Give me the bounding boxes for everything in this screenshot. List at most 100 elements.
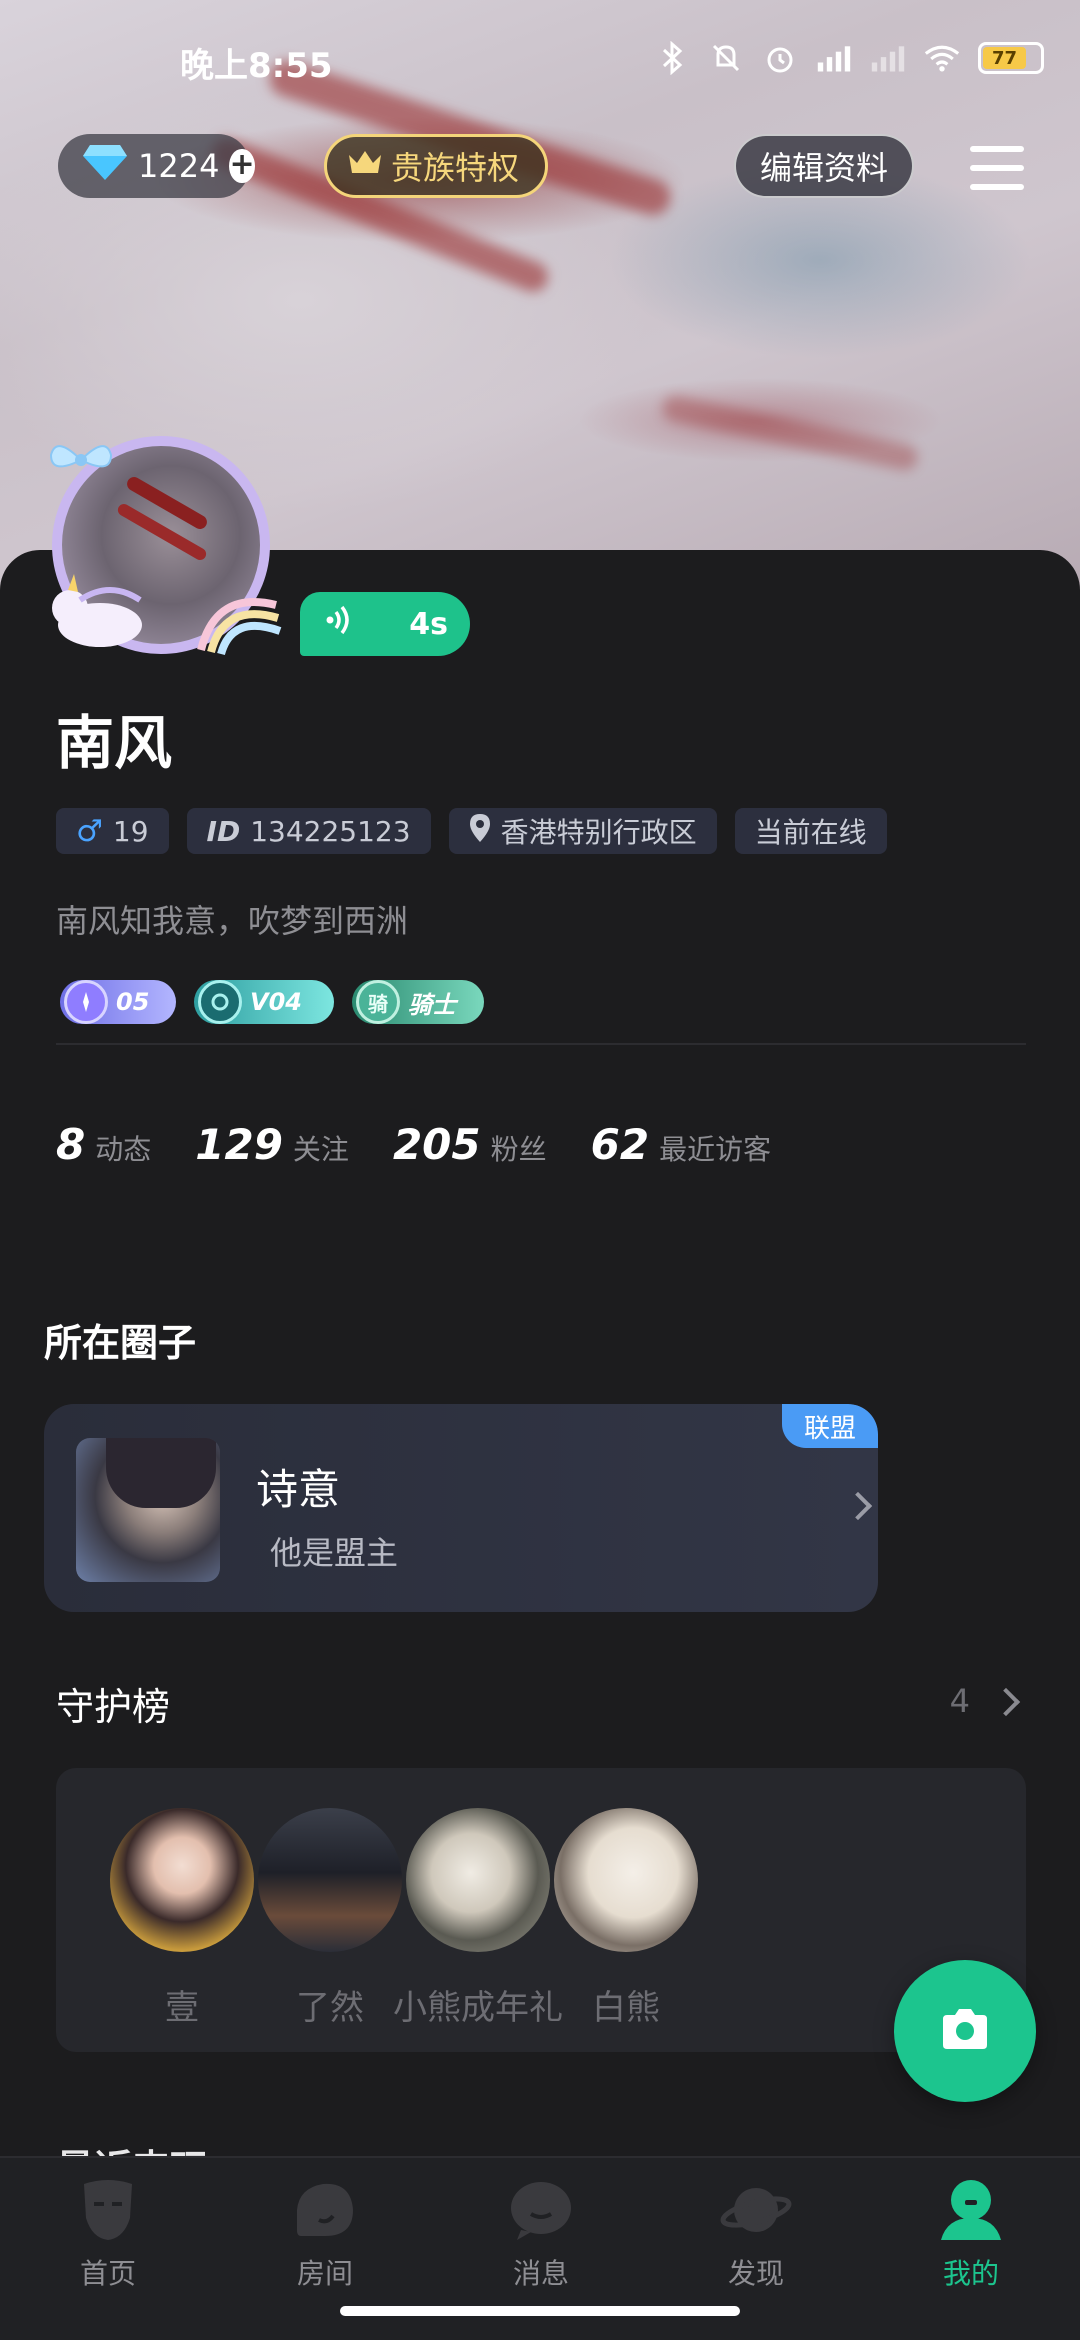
nav-room[interactable]: 房间 bbox=[255, 2174, 395, 2292]
planet-icon bbox=[720, 2174, 792, 2246]
stat-fans-label: 粉丝 bbox=[490, 1133, 547, 1166]
guard-avatar bbox=[258, 1808, 402, 1952]
chevron-right-icon bbox=[991, 1687, 1021, 1717]
battery-level: 77 bbox=[983, 47, 1027, 69]
bluetooth-icon bbox=[654, 40, 690, 76]
stat-visitors[interactable]: 62 最近访客 bbox=[591, 1120, 771, 1169]
location-tag: 香港特别行政区 bbox=[448, 808, 717, 854]
stat-visitors-count: 62 bbox=[590, 1120, 650, 1169]
stats-row: 8 动态 129 关注 205 粉丝 62 最近访客 bbox=[56, 1120, 815, 1169]
diamond-balance-button[interactable]: 1224 + bbox=[58, 134, 255, 198]
guard-name: 白熊 bbox=[592, 1988, 660, 2028]
voice-wave-icon bbox=[322, 602, 358, 646]
stat-visitors-label: 最近访客 bbox=[659, 1133, 772, 1166]
user-id-value: 134225123 bbox=[250, 814, 411, 848]
section-divider bbox=[56, 1043, 1026, 1045]
voice-duration: 4s bbox=[409, 606, 448, 642]
crown-icon bbox=[347, 147, 383, 185]
guard-panel: 壹 了然 小熊成年礼 白熊 bbox=[56, 1768, 1026, 2052]
alarm-icon bbox=[762, 40, 798, 76]
wealth-level-badge[interactable]: 05 bbox=[60, 980, 176, 1024]
message-icon bbox=[505, 2174, 577, 2246]
knight-badge[interactable]: 骑 骑士 bbox=[352, 980, 484, 1024]
online-status-value: 当前在线 bbox=[754, 816, 867, 849]
league-tag: 联盟 bbox=[782, 1404, 878, 1448]
circle-name: 诗意 bbox=[256, 1465, 341, 1514]
knight-shield-icon: 骑 bbox=[356, 980, 400, 1024]
profile-bio: 南风知我意，吹梦到西洲 bbox=[56, 902, 409, 940]
vip-level-label: V04 bbox=[250, 988, 302, 1016]
guard-member[interactable]: 白熊 bbox=[536, 1808, 716, 2029]
circle-role: 他是盟主 bbox=[270, 1534, 399, 1572]
age-value: 19 bbox=[112, 814, 149, 848]
location-value: 香港特别行政区 bbox=[500, 816, 697, 849]
guard-name: 了然 bbox=[296, 1988, 364, 2028]
nav-profile[interactable]: 我的 bbox=[901, 2174, 1041, 2292]
wifi-icon bbox=[924, 40, 960, 76]
user-id-tag[interactable]: ID 134225123 bbox=[186, 808, 431, 854]
battery-icon: 77 bbox=[978, 42, 1044, 74]
guard-count: 4 bbox=[949, 1682, 970, 1720]
badge-row: 05 V04 骑 骑士 bbox=[60, 980, 484, 1024]
stat-following[interactable]: 129 关注 bbox=[195, 1120, 349, 1169]
status-bar: 晚上8:55 77 bbox=[0, 30, 1080, 90]
nav-messages[interactable]: 消息 bbox=[471, 2174, 611, 2292]
nav-discover-label: 发现 bbox=[727, 2257, 784, 2290]
guard-avatar bbox=[110, 1808, 254, 1952]
home-indicator[interactable] bbox=[340, 2306, 740, 2316]
status-time: 晚上8:55 bbox=[180, 46, 333, 86]
guard-name: 壹 bbox=[165, 1988, 199, 2028]
signal-hd-icon bbox=[870, 40, 906, 76]
nav-home-label: 首页 bbox=[79, 2257, 136, 2290]
gender-age-tag: ♂ 19 bbox=[56, 808, 169, 854]
stat-posts-label: 动态 bbox=[95, 1133, 152, 1166]
diamond-count: 1224 bbox=[138, 147, 220, 185]
noble-privilege-button[interactable]: 贵族特权 bbox=[324, 134, 548, 198]
nav-room-label: 房间 bbox=[296, 2257, 353, 2290]
nav-profile-label: 我的 bbox=[942, 2257, 999, 2290]
compass-badge-icon bbox=[64, 980, 108, 1024]
online-status-tag: 当前在线 bbox=[734, 808, 887, 854]
wealth-level-label: 05 bbox=[116, 988, 150, 1016]
avatar[interactable] bbox=[46, 430, 282, 660]
diamond-icon bbox=[82, 143, 128, 189]
room-icon bbox=[289, 2174, 361, 2246]
camera-fab-button[interactable] bbox=[894, 1960, 1036, 2102]
stat-posts-count: 8 bbox=[56, 1120, 86, 1169]
mute-bell-icon bbox=[708, 40, 744, 76]
unicorn-decoration-icon bbox=[52, 574, 142, 647]
vip-badge-icon bbox=[198, 980, 242, 1024]
rainbow-decoration-icon bbox=[197, 598, 282, 656]
voice-intro-button[interactable]: 4s bbox=[300, 592, 470, 656]
id-label: ID bbox=[206, 814, 241, 848]
menu-icon[interactable] bbox=[970, 140, 1024, 196]
circle-card[interactable]: 诗意 他是盟主 联盟 bbox=[44, 1404, 878, 1612]
nav-messages-label: 消息 bbox=[512, 2257, 569, 2290]
guard-avatar bbox=[406, 1808, 550, 1952]
profile-tags: ♂ 19 ID 134225123 香港特别行政区 当前在线 bbox=[56, 808, 887, 854]
edit-profile-button[interactable]: 编辑资料 bbox=[734, 134, 914, 198]
circle-avatar bbox=[76, 1438, 220, 1582]
knight-label: 骑士 bbox=[408, 990, 456, 1019]
guard-section-title: 守护榜 bbox=[56, 1685, 171, 1729]
profile-name: 南风 bbox=[56, 709, 173, 777]
profile-icon bbox=[935, 2174, 1007, 2246]
bow-decoration-icon bbox=[49, 445, 113, 468]
stat-fans-count: 205 bbox=[392, 1120, 481, 1169]
signal-icon bbox=[816, 40, 852, 76]
circle-section-title: 所在圈子 bbox=[44, 1321, 197, 1365]
chevron-right-icon bbox=[843, 1491, 873, 1521]
noble-label: 贵族特权 bbox=[391, 149, 520, 187]
stat-following-label: 关注 bbox=[292, 1133, 349, 1166]
stat-following-count: 129 bbox=[195, 1120, 283, 1169]
mask-icon bbox=[72, 2174, 144, 2246]
nav-discover[interactable]: 发现 bbox=[686, 2174, 826, 2292]
stat-fans[interactable]: 205 粉丝 bbox=[393, 1120, 547, 1169]
guard-list-header[interactable]: 守护榜 4 bbox=[56, 1676, 1026, 1729]
camera-icon bbox=[939, 2007, 991, 2055]
stat-posts[interactable]: 8 动态 bbox=[56, 1120, 151, 1169]
add-diamond-icon[interactable]: + bbox=[229, 149, 255, 183]
nav-home[interactable]: 首页 bbox=[38, 2174, 178, 2292]
edit-profile-label: 编辑资料 bbox=[759, 149, 888, 187]
vip-level-badge[interactable]: V04 bbox=[194, 980, 334, 1024]
